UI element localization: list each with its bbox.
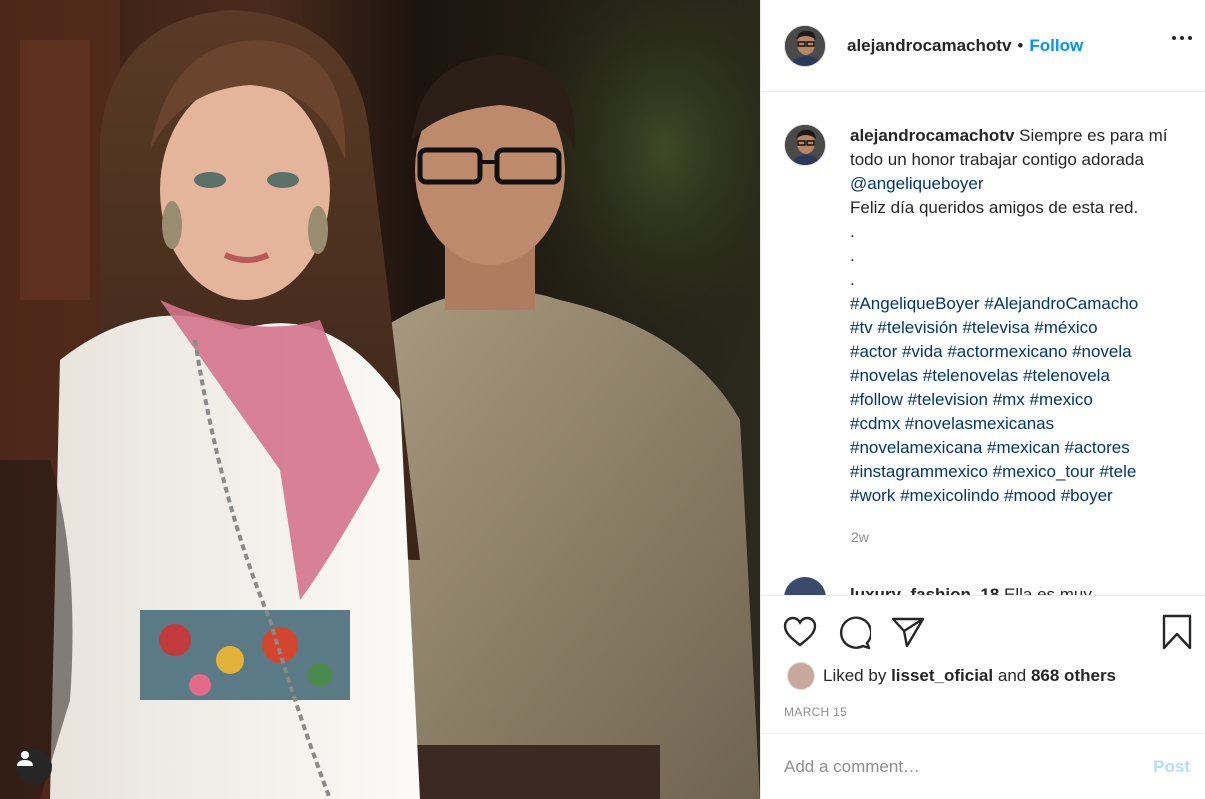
caption-dot: . (850, 222, 855, 241)
likes-and: and (997, 666, 1027, 685)
caption-hashtags-line[interactable]: #actor #vida #actormexicano #novela (850, 340, 1190, 364)
comment-item: luxury_fashion_18 Ella es muy (784, 577, 1092, 595)
caption-hashtags-line[interactable]: #follow #television #mx #mexico (850, 388, 1190, 412)
comment-button[interactable] (837, 616, 873, 655)
commenter-username[interactable]: luxury_fashion_18 (850, 585, 999, 595)
post-actions: Liked by lisset_oficial and 868 others M… (761, 595, 1205, 733)
caption-text: alejandrocamachotv Siempre es para mí to… (850, 124, 1190, 508)
likes-summary: Liked by lisset_oficial and 868 others (787, 662, 1116, 690)
comment-text: Ella es muy (1004, 585, 1092, 595)
post-image (0, 0, 760, 799)
share-icon (891, 617, 925, 648)
caption-username[interactable]: alejandrocamachotv (850, 126, 1014, 145)
post-header: alejandrocamachotv • Follow (761, 0, 1205, 92)
post-date[interactable]: MARCH 15 (784, 705, 847, 719)
author-avatar[interactable] (784, 24, 826, 67)
caption-avatar-image (785, 125, 825, 165)
commenter-avatar[interactable] (784, 577, 826, 595)
caption-hashtags-line[interactable]: #novelamexicana #mexican #actores (850, 436, 1190, 460)
caption-dot: . (850, 246, 855, 265)
likes-prefix: Liked by (823, 666, 887, 685)
likes-count[interactable]: 868 others (1031, 666, 1116, 686)
caption-time-ago[interactable]: 2w (851, 529, 869, 545)
author-avatar-image (785, 25, 825, 66)
caption-mention[interactable]: @angeliqueboyer (850, 174, 984, 193)
comment-input[interactable] (784, 756, 1154, 777)
caption-hashtags-line[interactable]: #tv #televisión #televisa #méxico (850, 316, 1190, 340)
comment-icon (839, 616, 873, 650)
caption-hashtags-line[interactable]: #AngeliqueBoyer #AlejandroCamacho (850, 292, 1190, 316)
post-comment-button[interactable]: Post (1153, 757, 1190, 777)
caption-hashtags-line[interactable]: #work #mexicolindo #mood #boyer (850, 484, 1190, 508)
post-details-panel: alejandrocamachotv • Follow alejandrocam… (760, 0, 1205, 799)
caption-hashtags-line[interactable]: #novelas #telenovelas #telenovela (850, 364, 1190, 388)
save-button[interactable] (1162, 614, 1192, 655)
follow-button[interactable]: Follow (1029, 36, 1083, 56)
caption-hashtags-line[interactable]: #instagrammexico #mexico_tour #tele (850, 460, 1190, 484)
liker-avatar[interactable] (787, 662, 815, 690)
add-comment-bar: Post (761, 733, 1205, 799)
like-button[interactable] (783, 616, 817, 653)
caption-line2: Feliz día queridos amigos de esta red. (850, 198, 1139, 217)
more-options-icon[interactable] (1172, 36, 1192, 40)
caption-hashtags-line[interactable]: #cdmx #novelasmexicanas (850, 412, 1190, 436)
heart-icon (783, 616, 817, 647)
comments-section[interactable]: alejandrocamachotv Siempre es para mí to… (761, 93, 1205, 595)
caption-author-avatar[interactable] (784, 124, 826, 166)
header-separator: • (1017, 35, 1024, 55)
liker-username[interactable]: lisset_oficial (891, 666, 993, 686)
caption-dot: . (850, 270, 855, 289)
post-caption: alejandrocamachotv Siempre es para mí to… (784, 124, 1190, 508)
author-username[interactable]: alejandrocamachotv (847, 36, 1011, 56)
bookmark-icon (1162, 614, 1192, 650)
user-tag-button[interactable] (16, 749, 52, 785)
share-button[interactable] (891, 616, 925, 653)
user-tag-icon (17, 751, 33, 766)
post-photo[interactable] (0, 0, 760, 799)
